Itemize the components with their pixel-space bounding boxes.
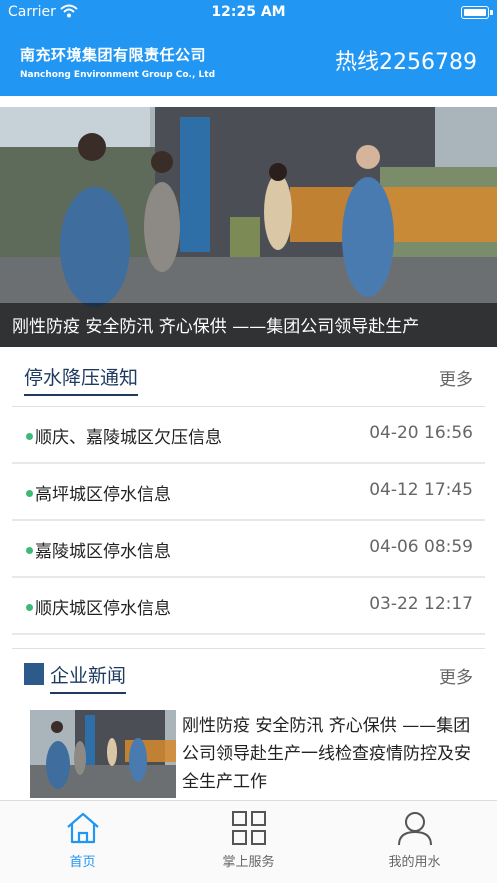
bullet-dot-icon <box>26 547 33 554</box>
tab-services[interactable]: 掌上服务 <box>166 801 331 883</box>
notice-date: 04-06 08:59 <box>369 537 473 557</box>
notice-date: 03-22 12:17 <box>369 594 473 614</box>
news-thumbnail <box>30 710 176 798</box>
news-more-link[interactable]: 更多 <box>439 663 473 688</box>
bottom-tab-bar: 首页 掌上服务 我的用水 <box>0 800 497 883</box>
battery-tip <box>490 10 493 15</box>
clock: 12:25 AM <box>211 4 286 20</box>
notice-title: 顺庆城区停水信息 <box>35 599 171 619</box>
notice-item[interactable]: 顺庆城区停水信息 03-22 12:17 <box>12 578 485 635</box>
notice-title: 嘉陵城区停水信息 <box>35 542 171 562</box>
bullet-dot-icon <box>26 433 33 440</box>
notice-section-title: 停水降压通知 <box>24 363 139 396</box>
hotline-number[interactable]: 热线2256789 <box>335 44 477 76</box>
notice-section-header: 停水降压通知 更多 <box>12 355 485 407</box>
notice-more-link[interactable]: 更多 <box>439 365 473 390</box>
status-bar: Carrier 12:25 AM <box>0 0 497 26</box>
notice-date: 04-12 17:45 <box>369 480 473 500</box>
battery-icon <box>461 6 489 19</box>
notice-date: 04-20 16:56 <box>369 423 473 443</box>
app-header: 南充环境集团有限责任公司 Nanchong Environment Group … <box>0 26 497 96</box>
news-section-title: 企业新闻 <box>50 661 127 694</box>
news-banner[interactable]: 刚性防疫 安全防汛 齐心保供 ——集团公司领导赴生产 <box>0 107 497 347</box>
home-icon <box>67 812 99 844</box>
news-list-item[interactable]: 刚性防疫 安全防汛 齐心保供 ——集团公司领导赴生产一线检查疫情防控及安全生产工… <box>30 708 480 800</box>
notice-item[interactable]: 高坪城区停水信息 04-12 17:45 <box>12 464 485 521</box>
news-section-header: 企业新闻 更多 <box>12 648 485 696</box>
company-name-cn: 南充环境集团有限责任公司 <box>20 46 207 64</box>
bullet-dot-icon <box>26 490 33 497</box>
grid-icon <box>232 811 266 845</box>
bullet-dot-icon <box>26 604 33 611</box>
tab-my-water-label: 我的用水 <box>388 855 441 870</box>
notice-title: 顺庆、嘉陵城区欠压信息 <box>35 428 222 448</box>
tab-home[interactable]: 首页 <box>0 801 165 883</box>
user-icon <box>398 812 432 846</box>
company-name-en: Nanchong Environment Group Co., Ltd <box>20 70 216 80</box>
notice-item[interactable]: 嘉陵城区停水信息 04-06 08:59 <box>12 521 485 578</box>
news-headline: 刚性防疫 安全防汛 齐心保供 ——集团公司领导赴生产一线检查疫情防控及安全生产工… <box>182 716 471 792</box>
notice-item[interactable]: 顺庆、嘉陵城区欠压信息 04-20 16:56 <box>12 407 485 464</box>
notice-title: 高坪城区停水信息 <box>35 485 171 505</box>
banner-caption: 刚性防疫 安全防汛 齐心保供 ——集团公司领导赴生产 <box>12 317 420 337</box>
section-marker-icon <box>24 663 44 685</box>
tab-my-water[interactable]: 我的用水 <box>332 801 497 883</box>
tab-home-label: 首页 <box>69 855 96 870</box>
tab-services-label: 掌上服务 <box>222 855 275 870</box>
